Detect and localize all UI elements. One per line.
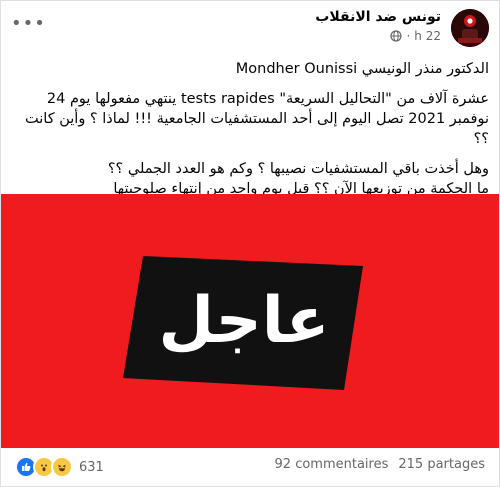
post-header: تونس ضد الانقلاب 22 h · ••• bbox=[1, 1, 499, 53]
page-name[interactable]: تونس ضد الانقلاب bbox=[315, 9, 441, 25]
post-meta: 22 h · bbox=[390, 29, 441, 43]
breaking-banner-graphic: عاجل bbox=[1, 194, 499, 448]
text-line: نوفمبر 2021 تصل اليوم إلى أحد المستشفيات… bbox=[25, 111, 489, 127]
avatar-image bbox=[451, 9, 489, 47]
page-avatar[interactable] bbox=[451, 9, 489, 47]
more-options-icon[interactable]: ••• bbox=[11, 15, 46, 33]
reactions-summary[interactable]: 631 bbox=[15, 456, 104, 478]
author-line: الدكتور منذر الونيسي Mondher Ounissi bbox=[235, 61, 489, 77]
post-card: تونس ضد الانقلاب 22 h · ••• الدكتور منذر… bbox=[0, 0, 500, 487]
text-line: عشرة آلاف من "التحاليل السريعة" tests ra… bbox=[46, 91, 489, 107]
banner-text: عاجل bbox=[159, 284, 330, 358]
breaking-news-image[interactable]: عاجل bbox=[1, 194, 499, 448]
haha-icon bbox=[51, 456, 73, 478]
engagement-stats: 92 commentaires 215 partages bbox=[275, 457, 485, 472]
post-body: الدكتور منذر الونيسي Mondher Ounissi عشر… bbox=[7, 59, 489, 209]
shares-count[interactable]: 215 partages bbox=[398, 457, 485, 472]
post-footer: 631 92 commentaires 215 partages bbox=[1, 452, 499, 482]
globe-icon bbox=[390, 30, 403, 42]
reaction-count: 631 bbox=[79, 459, 104, 475]
post-time[interactable]: 22 h bbox=[414, 29, 441, 43]
text-line: وهل أخذت باقي المستشفيات نصيبها ؟ وكم هو… bbox=[107, 161, 489, 177]
text-line: ؟؟ bbox=[473, 131, 489, 147]
meta-separator: · bbox=[406, 29, 411, 43]
comments-count[interactable]: 92 commentaires bbox=[275, 457, 389, 472]
